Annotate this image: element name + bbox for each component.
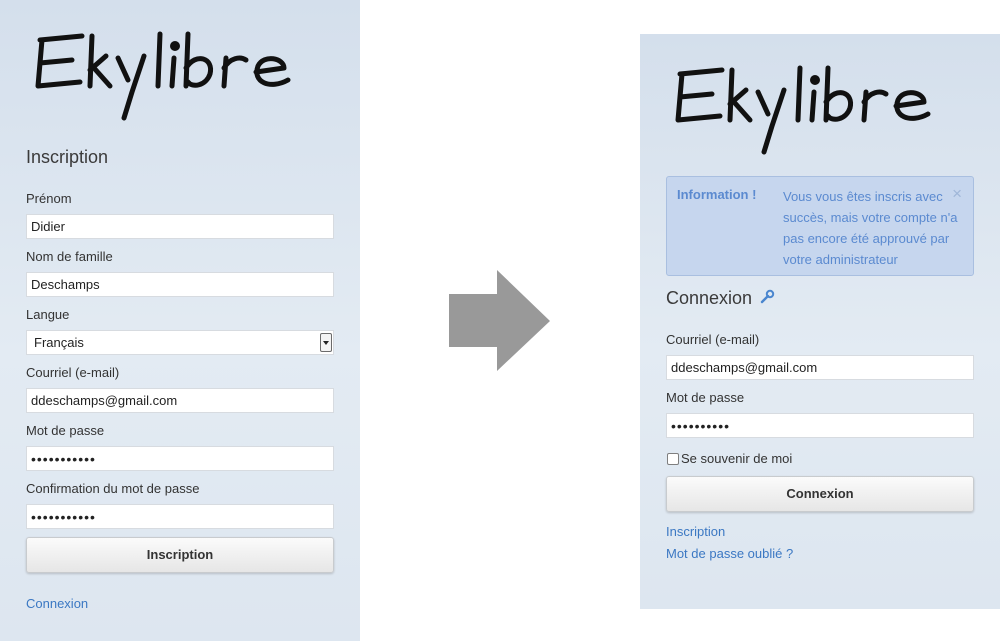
alert-title: Information ! [677, 187, 757, 202]
remember-me-checkbox[interactable] [667, 453, 679, 465]
login-title-text: Connexion [666, 288, 753, 308]
password-confirm-input[interactable] [26, 504, 334, 529]
remember-me-label: Se souvenir de moi [681, 451, 793, 466]
login-email-label: Courriel (e-mail) [666, 332, 760, 347]
password-input[interactable] [26, 446, 334, 471]
first-name-input[interactable] [26, 214, 334, 239]
last-name-input[interactable] [26, 272, 334, 297]
logo-handwriting [675, 65, 931, 155]
login-title: Connexion [666, 288, 775, 310]
login-password-label: Mot de passe [666, 390, 745, 405]
login-link[interactable]: Connexion [26, 596, 88, 611]
ekylibre-logo-login [672, 64, 968, 160]
forgot-password-link[interactable]: Mot de passe oublié ? [666, 546, 793, 561]
logo-handwriting [35, 31, 291, 121]
language-label: Langue [26, 307, 70, 322]
login-email-input[interactable] [666, 355, 974, 380]
wrench-icon[interactable] [759, 289, 775, 310]
ekylibre-logo [32, 30, 328, 126]
password-label: Mot de passe [26, 423, 105, 438]
language-select-value: Français [34, 335, 84, 350]
password-confirm-label: Confirmation du mot de passe [26, 481, 200, 496]
login-password-input[interactable] [666, 413, 974, 438]
right-arrow-icon [449, 270, 551, 377]
email-input[interactable] [26, 388, 334, 413]
signup-link[interactable]: Inscription [666, 524, 725, 539]
language-select[interactable]: Français [26, 330, 334, 355]
close-icon[interactable]: × [952, 184, 962, 204]
alert-message: Vous vous êtes inscris avec succès, mais… [783, 189, 958, 267]
login-button[interactable]: Connexion [666, 476, 974, 512]
first-name-label: Prénom [26, 191, 72, 206]
chevron-down-icon[interactable] [320, 333, 332, 352]
email-label: Courriel (e-mail) [26, 365, 120, 380]
signup-title: Inscription [26, 147, 109, 167]
last-name-label: Nom de famille [26, 249, 113, 264]
signup-button[interactable]: Inscription [26, 537, 334, 573]
info-alert: Information ! Vous vous êtes inscris ave… [666, 176, 974, 276]
